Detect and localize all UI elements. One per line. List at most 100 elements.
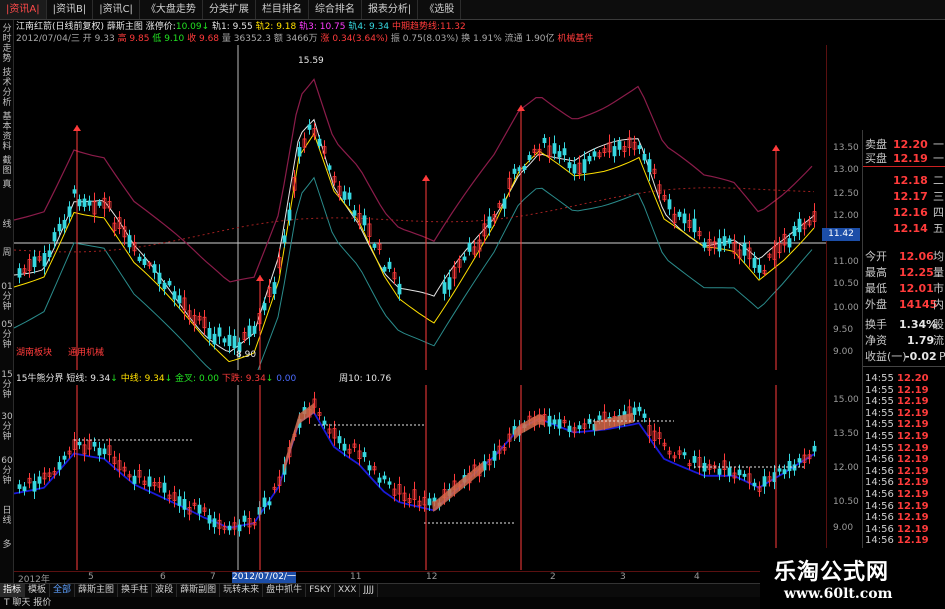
order-book-ask[interactable]: 卖盘 12.20 一 — [863, 138, 945, 152]
sidebar-item-multi[interactable]: 多 — [0, 540, 14, 550]
sub-price-tick: 13.50 — [833, 429, 859, 439]
candle — [82, 198, 87, 207]
candle — [362, 215, 367, 226]
status-bar[interactable]: T 聊天 报价 — [0, 597, 760, 609]
sub-price-tick: 12.00 — [833, 463, 859, 473]
tab-market-trend[interactable]: 《大盘走势 — [140, 0, 203, 19]
track2-value: 轨2: 9.18 — [255, 22, 297, 32]
candle — [347, 192, 352, 200]
candle — [562, 148, 567, 156]
price-tick: 9.50 — [833, 325, 854, 335]
sidebar-item-60min[interactable]: 60分钟 — [0, 456, 14, 486]
sub-candle — [17, 484, 22, 489]
tab-play-future[interactable]: 玩转未来 — [220, 584, 264, 597]
date-tick: 3 — [620, 572, 626, 582]
sub-candle — [727, 467, 732, 476]
sector-industry-label[interactable]: 通用机械 — [68, 346, 104, 358]
candle — [212, 333, 217, 345]
main-kline-chart[interactable]: 15.59 8.90 湖南板块 通用机械 — [14, 45, 826, 370]
candle — [342, 191, 347, 200]
sidebar-item-daily[interactable]: 日线 — [0, 506, 14, 526]
sub-candle — [227, 525, 232, 531]
tab-news-b[interactable]: |资讯B| — [47, 0, 94, 19]
tab-column-ranking[interactable]: 栏目排名 — [256, 0, 309, 19]
price-tick: 12.50 — [833, 189, 859, 199]
sidebar-item-intraday[interactable]: 分时走势 — [0, 24, 14, 64]
candle — [57, 223, 62, 232]
tab-news-a[interactable]: |资讯A| — [0, 0, 47, 19]
tab-news-c[interactable]: |资讯C| — [93, 0, 140, 19]
candle — [32, 256, 37, 268]
order-book-bid-1[interactable]: 买盘 12.19 一 — [863, 152, 945, 166]
date-tick: 11 — [350, 572, 362, 582]
order-book-bid-3[interactable]: 12.17 三 — [863, 190, 945, 204]
sector-region-label[interactable]: 湖南板块 — [16, 346, 52, 358]
tab-report-analysis[interactable]: 报表分析| — [362, 0, 419, 19]
date-tick: 5 — [88, 572, 94, 582]
sidebar-item-1min[interactable]: 01分钟 — [0, 282, 14, 312]
sub-candle — [692, 456, 697, 463]
tab-xues-main[interactable]: 薛斯主图 — [75, 584, 119, 597]
tab-fsky[interactable]: FSKY — [306, 584, 335, 597]
sidebar-item-real[interactable]: 真 — [0, 180, 14, 190]
sub-price-tick: 15.00 — [833, 395, 859, 405]
sidebar-item-30min[interactable]: 30分钟 — [0, 412, 14, 442]
candle — [387, 261, 392, 269]
tab-wave[interactable]: 波段 — [152, 584, 178, 597]
sub-candle — [267, 501, 272, 506]
tab-jjjj[interactable]: JJJJ — [360, 584, 379, 597]
tab-catch-bull[interactable]: 盘中抓牛 — [263, 584, 307, 597]
order-book-bid-4[interactable]: 12.16 四 — [863, 206, 945, 220]
sub-candle — [742, 473, 747, 477]
sub-candle — [242, 515, 247, 522]
sidebar-item-line[interactable]: 线 — [0, 220, 14, 230]
tab-stock-picking[interactable]: 《选股 — [418, 0, 462, 19]
sub-candle — [57, 462, 62, 470]
tab-turnover-bar[interactable]: 换手柱 — [118, 584, 153, 597]
sidebar-item-week[interactable]: 周 — [0, 248, 14, 258]
sidebar-item-fundamentals[interactable]: 基本资料 — [0, 112, 14, 152]
sidebar-item-5min[interactable]: 05分钟 — [0, 320, 14, 350]
sub-indicator-chart[interactable] — [14, 385, 826, 570]
candle — [282, 235, 287, 243]
sub-candle — [32, 481, 37, 492]
candle — [247, 325, 252, 337]
mid-trend-label: 中期趋势线: — [391, 22, 440, 32]
date-tick: 2 — [550, 572, 556, 582]
candle — [77, 199, 82, 207]
candle — [742, 243, 747, 256]
order-book-bid-2[interactable]: 12.18 二 — [863, 174, 945, 188]
golden-cross-value: 金叉: 0.00 — [175, 374, 219, 384]
track1-value: 轨1: 9.55 — [212, 22, 253, 32]
quote-panel: 卖盘 12.20 一 买盘 12.19 一 12.18 二 12.17 三 12… — [862, 130, 945, 550]
order-book-separator — [863, 166, 945, 167]
tab-xxx[interactable]: XXX — [335, 584, 361, 597]
sub-candle — [367, 465, 372, 471]
candle — [222, 338, 227, 343]
limit-value: 10.09 — [175, 22, 202, 32]
order-book-bid-5[interactable]: 12.14 五 — [863, 222, 945, 236]
sidebar-item-15min[interactable]: 15分钟 — [0, 370, 14, 400]
top-tab-bar: |资讯A| |资讯B| |资讯C| 《大盘走势 分类扩展 栏目排名 综合排名 报… — [0, 0, 945, 20]
stat-turnover: 换手 1.34% 股 — [865, 318, 944, 331]
candle — [487, 216, 492, 229]
sub-candle — [342, 443, 347, 451]
watermark-url: www.60lt.com — [784, 586, 893, 602]
candle — [617, 141, 622, 150]
sidebar-item-screenshot[interactable]: 截图 — [0, 156, 14, 176]
sub-candle — [147, 476, 152, 487]
sub-candle — [597, 415, 602, 420]
tab-category-extension[interactable]: 分类扩展 — [203, 0, 256, 19]
tab-all[interactable]: 全部 — [50, 584, 76, 597]
tab-indicator[interactable]: 指标 — [0, 584, 26, 597]
tab-template[interactable]: 模板 — [25, 584, 51, 597]
stat-earnings: 收益(一) -0.02 PE — [865, 350, 945, 363]
sub-candle — [632, 407, 637, 415]
amount-value: 额 3466万 — [273, 34, 318, 44]
sub-candle — [642, 413, 647, 418]
peak-price-label: 15.59 — [298, 56, 324, 66]
tab-xues-sub[interactable]: 薛斯副图 — [177, 584, 221, 597]
sidebar-item-technical[interactable]: 技术分析 — [0, 68, 14, 108]
trend-ribbon — [432, 461, 484, 512]
tab-composite-ranking[interactable]: 综合排名 — [309, 0, 362, 19]
